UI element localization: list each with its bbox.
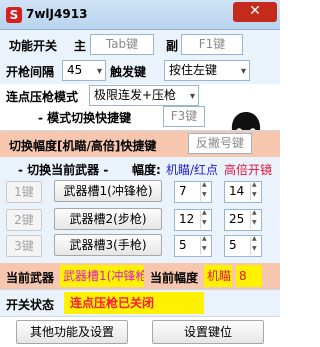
toggle-amp-label: 切换幅度[机瞄/高倍]快捷键 — [9, 139, 157, 153]
other-settings-button[interactable]: 其他功能及设置 — [16, 320, 128, 344]
weapon-2-iron-spinner[interactable]: 12 — [174, 209, 212, 231]
weapon-1-scope-spinner[interactable]: 14 — [224, 181, 262, 203]
current-weapon-value: 武器槽1(冲锋枪) — [60, 265, 144, 287]
sub-key-field[interactable]: F1键 — [181, 34, 243, 55]
mode-hotkey-field[interactable]: F3键 — [163, 106, 205, 127]
trigger-key-select[interactable]: 按住左键 ▾ — [164, 60, 250, 81]
chevron-down-icon: ▾ — [96, 66, 102, 77]
spinner-arrows-icon[interactable] — [250, 209, 260, 229]
current-weapon-label: 当前武器 — [6, 271, 55, 285]
weapon-2-scope-spinner[interactable]: 25 — [224, 209, 262, 231]
trigger-key-value: 按住左键 — [169, 63, 218, 77]
weapon-2-scope-value: 25 — [229, 212, 245, 226]
current-amp-value: 8 — [236, 265, 262, 287]
window-title: 7wlJ4913 — [26, 7, 88, 21]
divider — [0, 316, 280, 317]
weapon-1-slot-button[interactable]: 武器槽1(冲锋枪) — [54, 180, 162, 202]
weapon-1-iron-spinner[interactable]: 7 — [174, 181, 212, 203]
chevron-down-icon: ▾ — [240, 66, 246, 77]
weapon-3-scope-spinner[interactable]: 5 — [224, 235, 262, 257]
mode-hotkey-label: - 模式切换快捷键 — [38, 111, 132, 125]
weapon-3-scope-value: 5 — [229, 238, 237, 252]
burst-mode-select[interactable]: 极限连发+压枪 ▾ — [89, 85, 199, 106]
spinner-arrows-icon[interactable] — [200, 235, 210, 255]
weapon-2-iron-value: 12 — [179, 212, 195, 226]
switch-status-value: 连点压枪已关闭 — [64, 292, 204, 314]
weapon-1-iron-value: 7 — [179, 184, 187, 198]
spinner-arrows-icon[interactable] — [200, 181, 210, 201]
weapon-2-slot-button[interactable]: 武器槽2(步枪) — [54, 208, 162, 230]
weapon-1-scope-value: 14 — [229, 184, 245, 198]
chevron-down-icon: ▾ — [189, 91, 195, 102]
amp-scope-header: 高倍开镜 — [224, 163, 273, 177]
current-amp-label: 当前幅度 — [150, 271, 199, 285]
weapon-3-slot-button[interactable]: 武器槽3(手枪) — [54, 234, 162, 256]
weapon-3-key-button[interactable]: 3键 — [6, 235, 42, 257]
main-key-field[interactable]: Tab键 — [90, 34, 154, 55]
fire-interval-value: 45 — [67, 63, 83, 77]
burst-mode-value: 极限连发+压枪 — [94, 88, 177, 102]
spinner-arrows-icon[interactable] — [200, 209, 210, 229]
fire-interval-select[interactable]: 45 ▾ — [62, 60, 106, 81]
weapon-1-key-button[interactable]: 1键 — [6, 181, 42, 203]
set-hotkey-button[interactable]: 设置键位 — [152, 320, 264, 344]
amp-iron-header: 机瞄/红点 — [166, 163, 219, 177]
sub-key-label: 副 — [166, 39, 179, 53]
close-button[interactable]: ✕ — [233, 2, 277, 22]
current-amp-mode: 机瞄 — [204, 265, 232, 287]
weapon-3-iron-value: 5 — [179, 238, 187, 252]
app-icon: S — [6, 7, 22, 23]
toggle-amp-field[interactable]: 反撇号键 — [188, 133, 252, 154]
main-key-label: 主 — [74, 39, 87, 53]
amp-label: 幅度: — [132, 163, 161, 177]
trigger-key-label: 触发键 — [110, 65, 147, 79]
weapon-3-iron-spinner[interactable]: 5 — [174, 235, 212, 257]
spinner-arrows-icon[interactable] — [250, 181, 260, 201]
func-switch-label: 功能开关 — [9, 39, 58, 53]
weapon-2-key-button[interactable]: 2键 — [6, 209, 42, 231]
switch-status-label: 开关状态 — [6, 298, 55, 312]
main-panel: 功能开关 主 Tab键 副 F1键 开枪间隔 45 ▾ 触发键 按住左键 ▾ 连… — [0, 30, 280, 347]
burst-mode-label: 连点压枪模式 — [6, 90, 79, 104]
weapon-switch-title: - 切换当前武器 - — [18, 163, 109, 177]
fire-interval-label: 开枪间隔 — [6, 65, 55, 79]
spinner-arrows-icon[interactable] — [250, 235, 260, 255]
